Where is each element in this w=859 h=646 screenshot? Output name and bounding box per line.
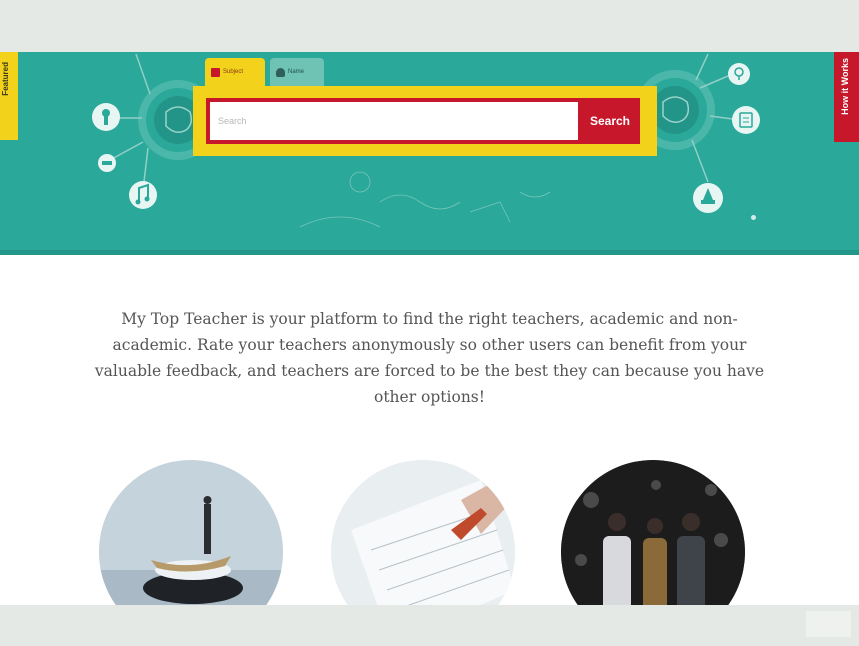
right-network: [635, 53, 760, 213]
tab-name[interactable]: Name: [270, 58, 324, 86]
how-it-works-side-tab-label: How it Works: [840, 58, 850, 115]
book-icon: [211, 67, 220, 77]
top-bar: [0, 0, 859, 52]
tab-subject[interactable]: Subject: [205, 58, 265, 86]
tab-subject-label: Subject: [223, 69, 244, 75]
bottom-bar: [0, 605, 859, 646]
search-button[interactable]: Search: [581, 102, 639, 140]
tab-name-label: Name: [288, 69, 305, 75]
carousel-dot[interactable]: [751, 215, 756, 220]
bottom-right-block: [806, 611, 851, 637]
intro-text: My Top Teacher is your platform to find …: [94, 310, 765, 406]
search-input[interactable]: [210, 102, 578, 140]
chalk-doodles: [299, 171, 551, 228]
featured-side-tab[interactable]: Featured: [0, 52, 18, 140]
featured-side-tab-label: Featured: [1, 62, 10, 96]
user-icon: [276, 67, 285, 77]
how-it-works-side-tab[interactable]: How it Works: [834, 52, 859, 142]
